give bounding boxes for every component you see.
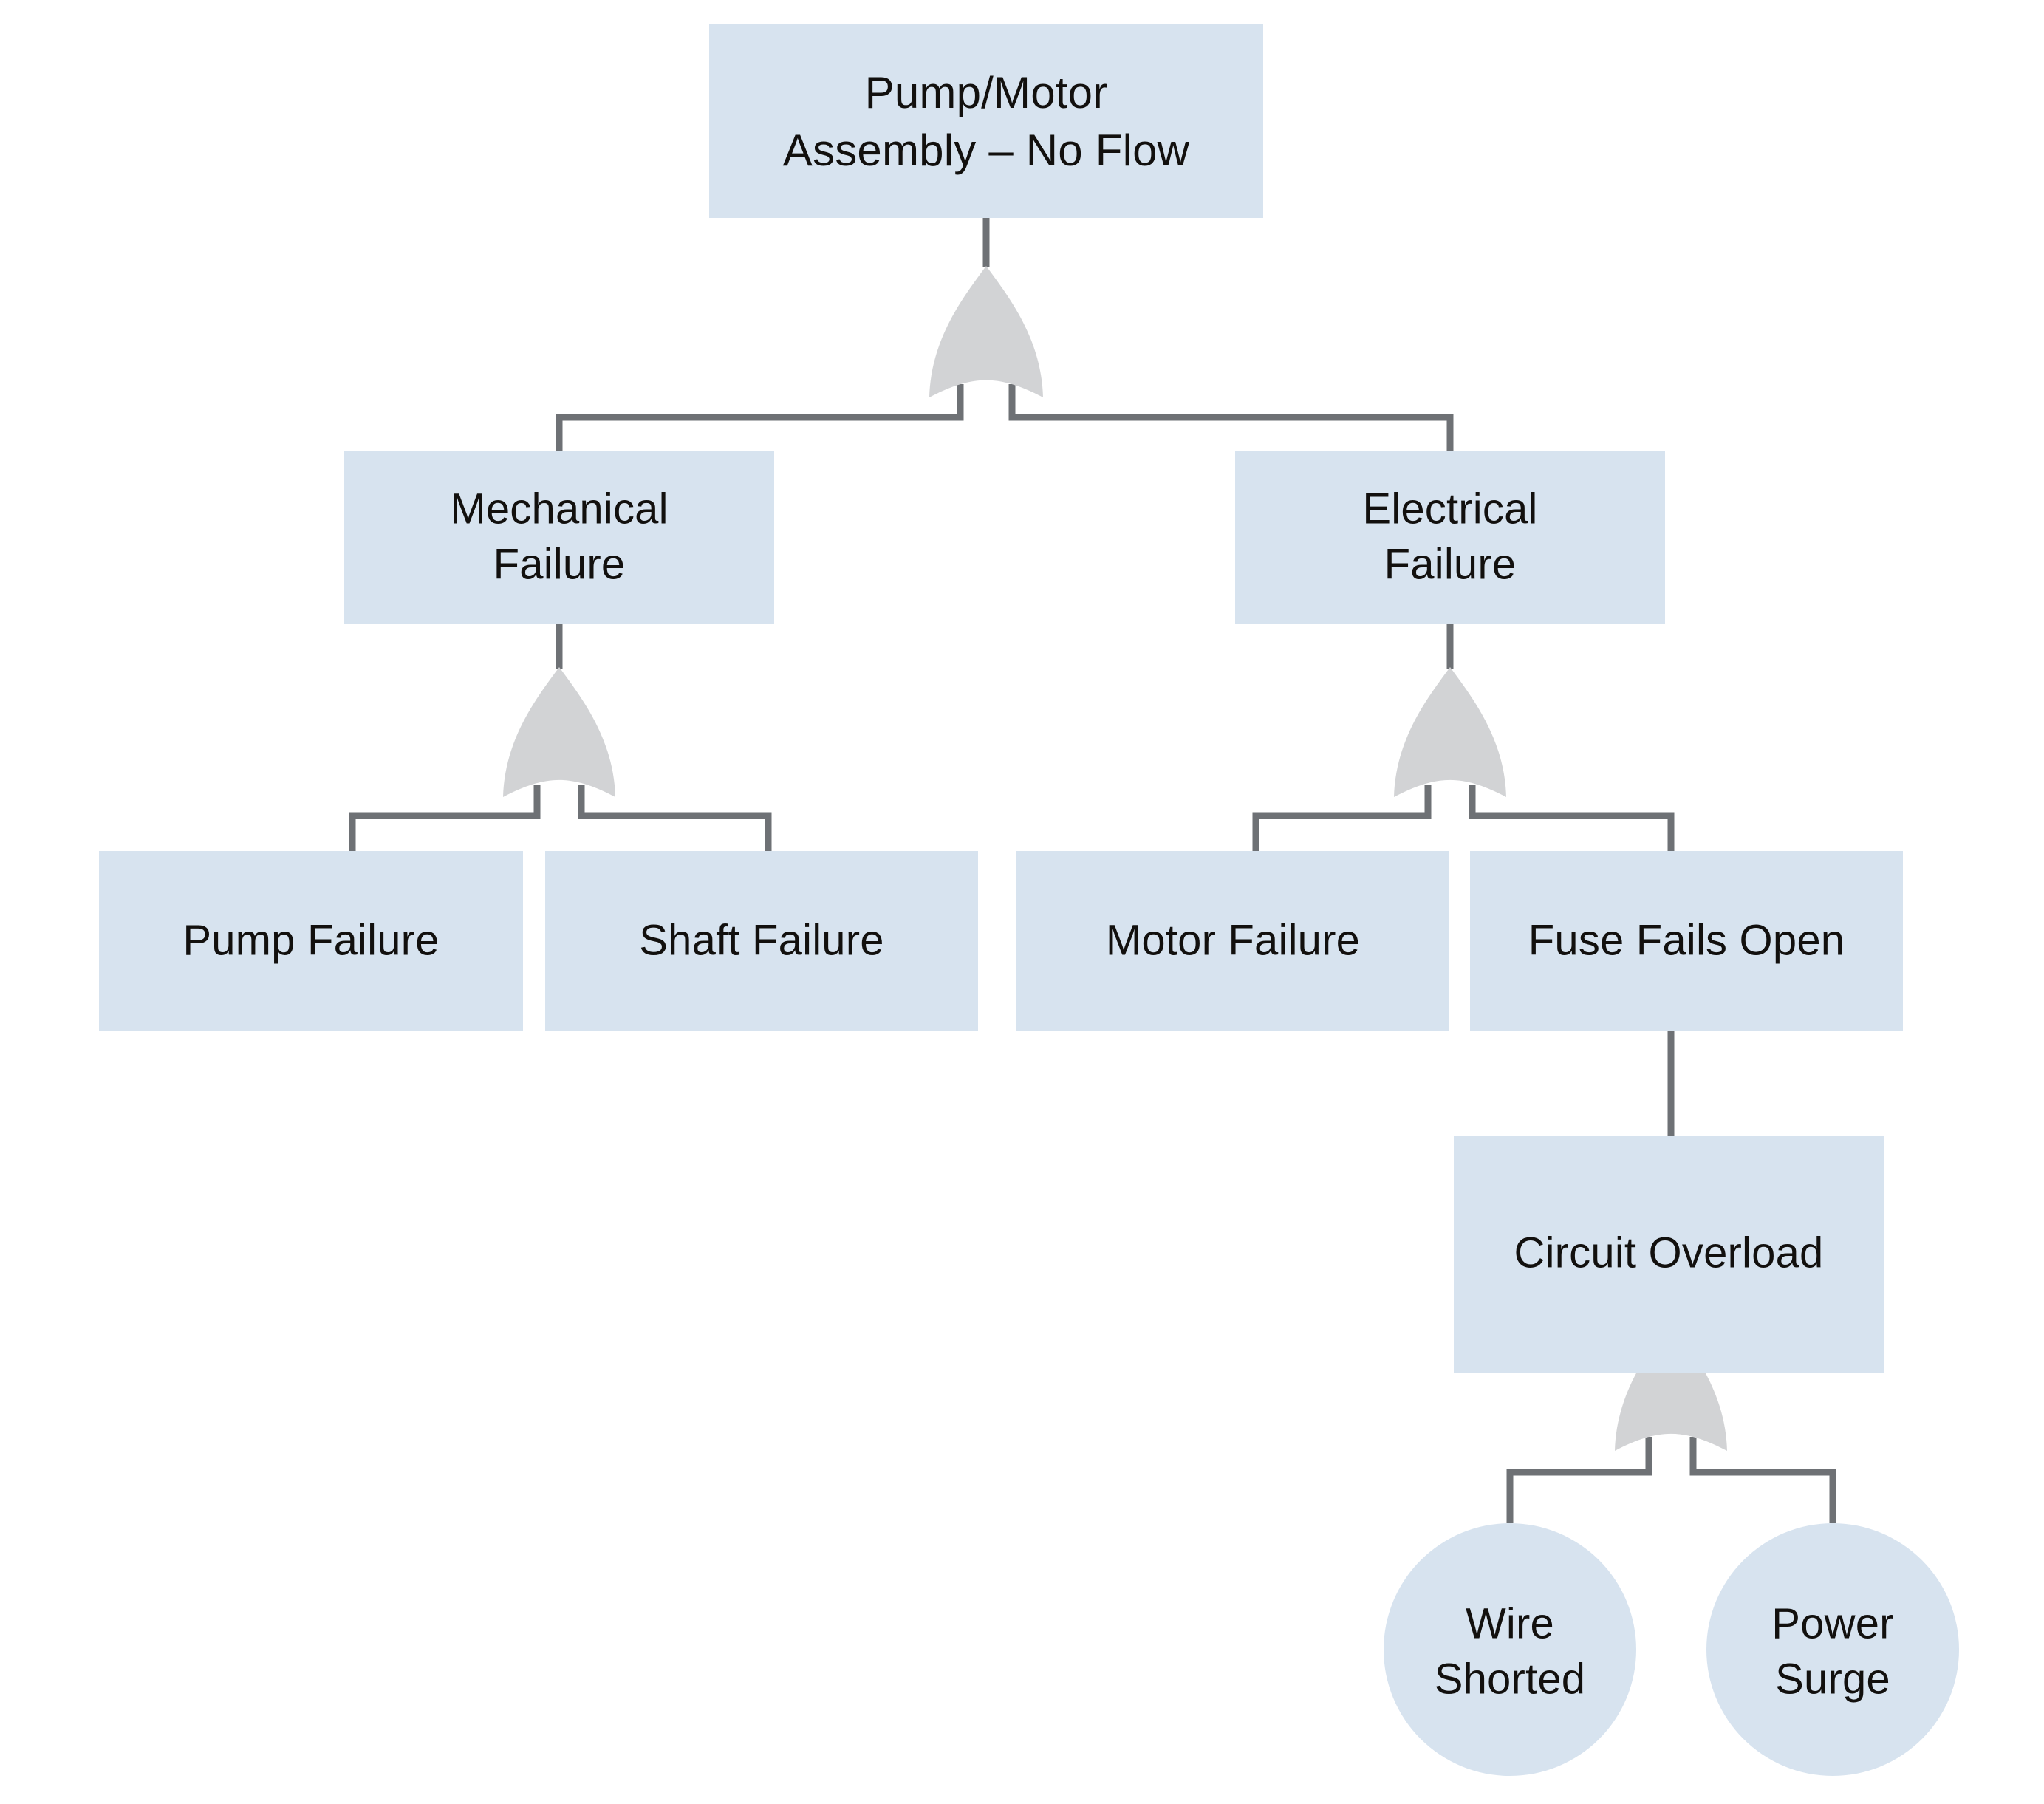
node-power-surge-label-line2: Surge [1775,1655,1890,1703]
fault-tree-diagram: Pump/Motor Assembly – No Flow Mechanical… [0,0,2044,1804]
node-pump-failure-label: Pump Failure [182,916,439,964]
node-electrical-failure-box[interactable] [1235,451,1665,624]
node-mechanical-failure[interactable]: Mechanical Failure [344,451,774,624]
node-shaft-failure[interactable]: Shaft Failure [545,851,978,1031]
node-wire-shorted-label-line2: Shorted [1435,1655,1586,1703]
node-fuse-fails-open-label: Fuse Fails Open [1528,916,1845,964]
node-root-box[interactable] [709,24,1263,218]
node-wire-shorted[interactable]: Wire Shorted [1384,1523,1636,1776]
node-root[interactable]: Pump/Motor Assembly – No Flow [709,24,1263,218]
node-pump-failure[interactable]: Pump Failure [99,851,523,1031]
node-wire-shorted-circle[interactable] [1384,1523,1636,1776]
node-mechanical-failure-box[interactable] [344,451,774,624]
node-power-surge-circle[interactable] [1706,1523,1959,1776]
node-wire-shorted-label-line1: Wire [1466,1599,1554,1647]
node-power-surge-label-line1: Power [1771,1599,1893,1647]
node-root-label-line1: Pump/Motor [865,68,1108,117]
node-electrical-failure-label-line1: Electrical [1362,485,1537,533]
node-motor-failure-label: Motor Failure [1106,916,1360,964]
node-shaft-failure-label: Shaft Failure [639,916,883,964]
node-mechanical-failure-label-line2: Failure [493,540,626,588]
node-electrical-failure[interactable]: Electrical Failure [1235,451,1665,624]
node-root-label-line2: Assembly – No Flow [783,126,1190,175]
node-circuit-overload[interactable]: Circuit Overload [1454,1136,1884,1373]
node-mechanical-failure-label-line1: Mechanical [450,485,668,533]
node-electrical-failure-label-line2: Failure [1384,540,1517,588]
node-fuse-fails-open[interactable]: Fuse Fails Open [1470,851,1903,1031]
node-power-surge[interactable]: Power Surge [1706,1523,1959,1776]
node-circuit-overload-label: Circuit Overload [1514,1229,1824,1277]
node-motor-failure[interactable]: Motor Failure [1016,851,1449,1031]
